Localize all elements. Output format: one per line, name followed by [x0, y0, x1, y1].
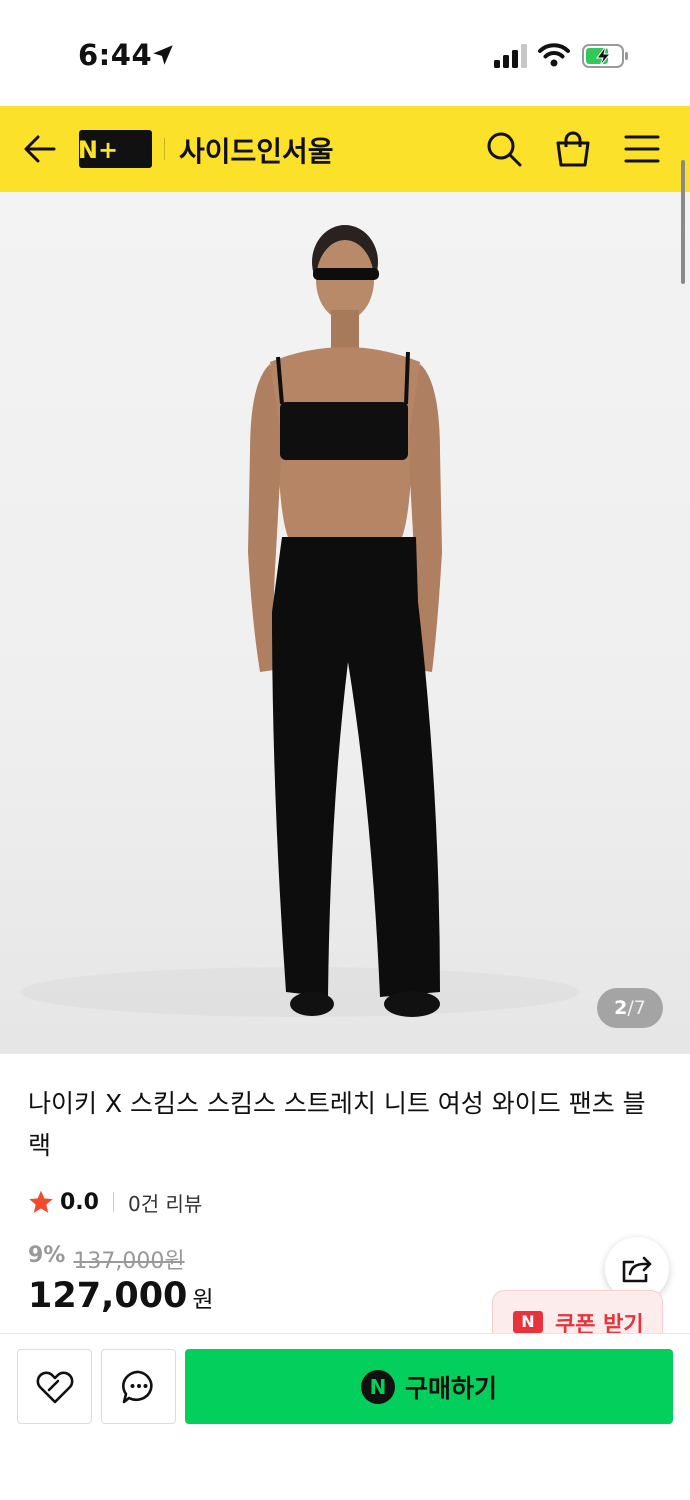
- original-price: 137,000원: [73, 1249, 185, 1274]
- battery-charging-icon: [582, 44, 628, 68]
- buy-label: 구매하기: [404, 1373, 497, 1403]
- product-photo: [20, 225, 580, 1017]
- sale-price: 127,000: [28, 1276, 188, 1316]
- review-count[interactable]: 0건 리뷰: [128, 1188, 202, 1217]
- product-image-gallery[interactable]: [0, 192, 690, 1054]
- share-icon: [622, 1256, 652, 1283]
- rating-divider: [112, 1192, 114, 1212]
- star-icon: [29, 1190, 53, 1213]
- chat-bubble-icon: [121, 1370, 153, 1403]
- scrollbar-thumb[interactable]: [681, 160, 685, 284]
- discount-rate: 9%: [28, 1243, 66, 1268]
- store-name[interactable]: 사이드인서울: [179, 130, 334, 170]
- heart-plus-icon: [36, 1371, 73, 1403]
- original-price-row: 9% 137,000원: [28, 1243, 185, 1275]
- image-counter: 2/7: [597, 988, 663, 1028]
- bottom-action-bar: N 구매하기: [0, 1333, 690, 1500]
- header-divider: [164, 138, 165, 160]
- status-bar: 6:44: [0, 0, 690, 106]
- store-header: N+ 사이드인서울: [0, 106, 690, 192]
- naver-pay-n-icon: N: [360, 1369, 395, 1404]
- wishlist-button[interactable]: [17, 1349, 92, 1424]
- rating-row[interactable]: 0.0 0건 리뷰: [28, 1186, 202, 1218]
- search-icon[interactable]: [485, 130, 523, 168]
- hamburger-menu-icon[interactable]: [623, 133, 661, 165]
- coupon-n-badge: N: [513, 1311, 543, 1333]
- image-counter-current: 2: [614, 997, 628, 1019]
- status-time: 6:44: [78, 38, 153, 72]
- location-arrow-icon: [153, 45, 173, 65]
- sale-price-row: 127,000 원: [28, 1276, 214, 1316]
- image-counter-separator: /: [627, 997, 634, 1019]
- talk-talk-button[interactable]: [101, 1349, 176, 1424]
- naver-plus-logo[interactable]: N+: [79, 130, 152, 168]
- shopping-bag-icon[interactable]: [554, 129, 592, 169]
- product-title: 나이키 X 스킴스 스킴스 스트레치 니트 여성 와이드 팬츠 블랙: [28, 1089, 646, 1160]
- image-counter-total: 7: [633, 997, 646, 1019]
- price-unit: 원: [192, 1287, 214, 1313]
- wifi-icon: [538, 43, 570, 67]
- buy-button[interactable]: N 구매하기: [185, 1349, 673, 1424]
- cellular-signal-icon: [494, 44, 527, 68]
- back-arrow-icon[interactable]: [22, 131, 58, 167]
- svg-text:N+: N+: [79, 136, 118, 164]
- rating-value: 0.0: [60, 1189, 99, 1215]
